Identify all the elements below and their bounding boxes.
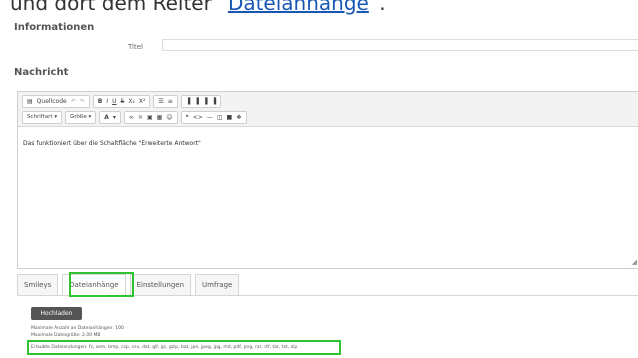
message-editor[interactable]: ▤ Quellcode ↶ ↷ B I U S X₂ X² ☰ ≡ ▐ ▐ ▐ xyxy=(17,91,638,269)
toolbar-group-insert: ∞ ✖ ▣ ▦ ☺ xyxy=(123,111,178,124)
source-icon: ▤ xyxy=(27,98,33,105)
titel-label: Titel xyxy=(128,43,144,51)
toolbar-group-lists: ☰ ≡ xyxy=(153,95,178,108)
chevron-down-icon[interactable]: ▾ xyxy=(112,112,117,123)
align-justify-icon[interactable]: ▐ xyxy=(211,96,218,107)
caption-suffix: ”. xyxy=(368,0,386,15)
underline-button[interactable]: U xyxy=(111,96,117,107)
highlight-box-tab xyxy=(69,272,134,297)
smiley-icon[interactable]: ☺ xyxy=(165,112,173,123)
max-filesize-note: Maximale Dateigröße: 2,00 MB xyxy=(31,333,101,338)
toolbar-group-align: ▐ ▐ ▐ ▐ xyxy=(180,95,222,108)
instruction-caption: und dort dem Reiter “Dateianhänge”. xyxy=(10,0,386,15)
other-icon[interactable]: ❖ xyxy=(235,112,242,123)
table-icon[interactable]: ▦ xyxy=(156,112,164,123)
image-icon[interactable]: ▣ xyxy=(146,112,154,123)
section-nachricht: Nachricht xyxy=(14,67,69,78)
quote-icon[interactable]: ❝ xyxy=(185,112,190,123)
align-right-icon[interactable]: ▐ xyxy=(202,96,209,107)
toolbar-group-format: B I U S X₂ X² xyxy=(92,95,151,108)
highlight-box-extensions xyxy=(27,340,341,355)
spoiler-icon[interactable]: ■ xyxy=(226,112,234,123)
align-left-icon[interactable]: ▐ xyxy=(185,96,192,107)
quellcode-button[interactable]: Quellcode xyxy=(36,96,68,107)
section-informationen: Informationen xyxy=(14,22,95,33)
caption-link-dateianhaenge[interactable]: Dateianhänge xyxy=(228,0,369,15)
font-family-dropdown[interactable]: Schriftart ▾ xyxy=(22,111,63,124)
editor-content[interactable]: Das funktioniert über die Schaltfläche "… xyxy=(23,140,201,147)
superscript-button[interactable]: X² xyxy=(138,96,147,107)
toolbar-row-2: Schriftart ▾ Größe ▾ A ▾ ∞ ✖ ▣ ▦ ☺ ❝ <> … xyxy=(22,111,247,124)
tab-umfrage[interactable]: Umfrage xyxy=(195,274,240,295)
link-icon[interactable]: ∞ xyxy=(128,112,135,123)
titel-input[interactable] xyxy=(162,39,638,51)
tab-einstellungen[interactable]: Einstellungen xyxy=(129,274,192,295)
redo-button[interactable]: ↷ xyxy=(79,96,86,107)
toolbar-row-1: ▤ Quellcode ↶ ↷ B I U S X₂ X² ☰ ≡ ▐ ▐ ▐ xyxy=(22,95,222,108)
resize-handle-icon[interactable]: ◢ xyxy=(632,258,637,266)
editor-toolbar: ▤ Quellcode ↶ ↷ B I U S X₂ X² ☰ ≡ ▐ ▐ ▐ xyxy=(18,92,638,127)
media-icon[interactable]: ◫ xyxy=(216,112,224,123)
font-family-label: Schriftart xyxy=(27,114,53,120)
subscript-button[interactable]: X₂ xyxy=(127,96,136,107)
upload-button[interactable]: Hochladen xyxy=(31,307,82,320)
max-attachments-note: Maximale Anzahl an Dateianhängen: 100 xyxy=(31,326,124,331)
code-icon[interactable]: <> xyxy=(192,112,204,123)
bullet-list-icon[interactable]: ≡ xyxy=(167,96,174,107)
bold-button[interactable]: B xyxy=(97,96,104,107)
font-size-label: Größe xyxy=(70,114,87,120)
toolbar-group-source: ▤ Quellcode ↶ ↷ xyxy=(22,95,90,108)
horizontal-rule-icon[interactable]: — xyxy=(206,112,214,123)
caption-prefix: und dort dem Reiter “ xyxy=(10,0,228,15)
italic-button[interactable]: I xyxy=(105,96,109,107)
unlink-icon[interactable]: ✖ xyxy=(137,112,144,123)
toolbar-group-color: A ▾ xyxy=(99,111,121,124)
toolbar-group-blocks: ❝ <> — ◫ ■ ❖ xyxy=(180,111,247,124)
font-size-dropdown[interactable]: Größe ▾ xyxy=(65,111,97,124)
undo-button[interactable]: ↶ xyxy=(70,96,77,107)
numbered-list-icon[interactable]: ☰ xyxy=(157,96,164,107)
tab-smileys[interactable]: Smileys xyxy=(17,274,59,295)
strikethrough-button[interactable]: S xyxy=(120,96,126,107)
align-center-icon[interactable]: ▐ xyxy=(193,96,200,107)
font-color-button[interactable]: A xyxy=(103,112,110,123)
